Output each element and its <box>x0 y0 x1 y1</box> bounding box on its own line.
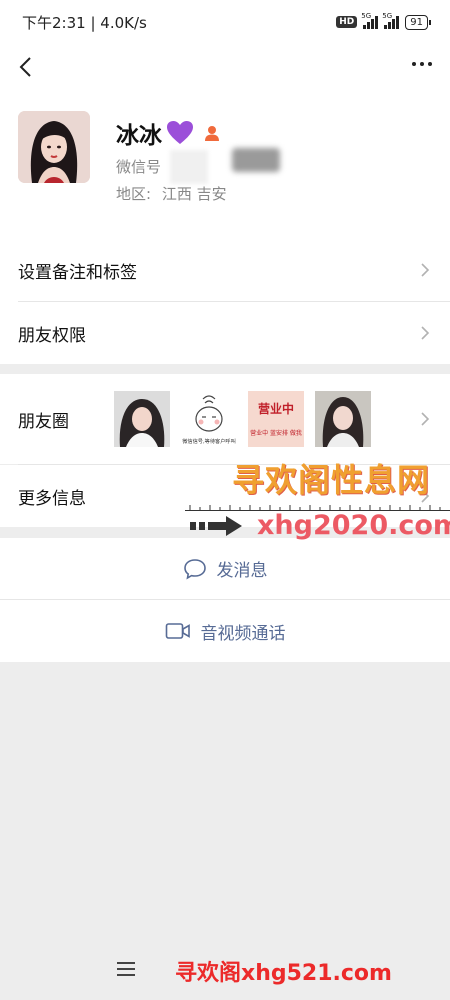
more-info-label: 更多信息 <box>18 488 86 509</box>
ellipsis-icon[interactable] <box>412 62 432 66</box>
moments-label: 朋友圈 <box>18 411 69 432</box>
watermark-url: xhg2020.com <box>257 510 450 541</box>
status-bar: 下午2:31 | 4.0K/s HD 5G 5G 91 <box>0 0 450 44</box>
chevron-left-icon[interactable] <box>14 54 40 80</box>
menu-icon[interactable] <box>117 962 135 978</box>
moments-thumbnails: 微信信号,等待客户呼叫 营业中 营业中 蓝安排 做我 <box>114 391 371 447</box>
name-row: 冰冰 <box>116 116 220 150</box>
watermark-arrow-icon <box>190 516 242 536</box>
moments-photo-1 <box>114 391 170 447</box>
send-message-button[interactable]: 发消息 <box>0 538 450 599</box>
svg-text:营业中 蓝安排 做我: 营业中 蓝安排 做我 <box>250 429 302 437</box>
status-time: 下午2:31 | 4.0K/s <box>22 13 147 32</box>
svg-text:微信信号,等待客户呼叫: 微信信号,等待客户呼叫 <box>182 437 236 445</box>
status-icons: HD 5G 5G 91 <box>336 12 431 30</box>
moments-photo-4 <box>315 391 371 447</box>
chevron-right-icon <box>421 412 430 426</box>
moments-photo-2: 微信信号,等待客户呼叫 <box>181 391 237 447</box>
video-camera-icon <box>165 623 190 639</box>
svg-text:营业中: 营业中 <box>258 401 294 416</box>
redacted-id-part-1 <box>170 150 208 184</box>
nav-bar <box>0 44 450 90</box>
person-icon <box>205 126 219 141</box>
chevron-right-icon <box>421 263 430 277</box>
chat-bubble-icon <box>183 558 206 580</box>
video-call-button[interactable]: 音视频通话 <box>0 600 450 662</box>
watermark-bottom: 寻欢阁xhg521.com <box>175 961 392 986</box>
moments-photo-3: 营业中 营业中 蓝安排 做我 <box>248 391 304 447</box>
watermark-site-name: 寻欢阁性息网 <box>232 461 431 499</box>
signal-icon-2: 5G <box>382 12 400 29</box>
send-message-label: 发消息 <box>216 561 268 581</box>
wechat-id: 微信号 <box>116 158 162 176</box>
profile-header: 冰冰 微信号 地区: 江西 吉安 <box>0 90 450 238</box>
video-call-label: 音视频通话 <box>200 623 286 644</box>
region-value: 江西 吉安 <box>161 185 227 203</box>
permissions-label: 朋友权限 <box>18 325 86 346</box>
avatar[interactable] <box>18 111 90 183</box>
region: 地区: 江西 吉安 <box>116 183 227 204</box>
battery-icon: 91 <box>405 14 431 30</box>
signal-icon: 5G <box>361 12 379 29</box>
chevron-right-icon <box>421 326 430 340</box>
moments-row[interactable]: 朋友圈 微信信号,等待客户呼叫 营业中 营业中 蓝安排 做我 <box>0 374 450 464</box>
permissions-row[interactable]: 朋友权限 <box>0 302 450 364</box>
hd-icon: HD <box>336 16 358 28</box>
purple-heart-icon <box>167 121 193 144</box>
redacted-id-part-2 <box>232 148 280 172</box>
region-label: 地区: <box>116 185 152 203</box>
contact-name: 冰冰 <box>116 123 162 149</box>
remark-tags-row[interactable]: 设置备注和标签 <box>0 238 450 302</box>
remark-tags-label: 设置备注和标签 <box>18 262 137 283</box>
